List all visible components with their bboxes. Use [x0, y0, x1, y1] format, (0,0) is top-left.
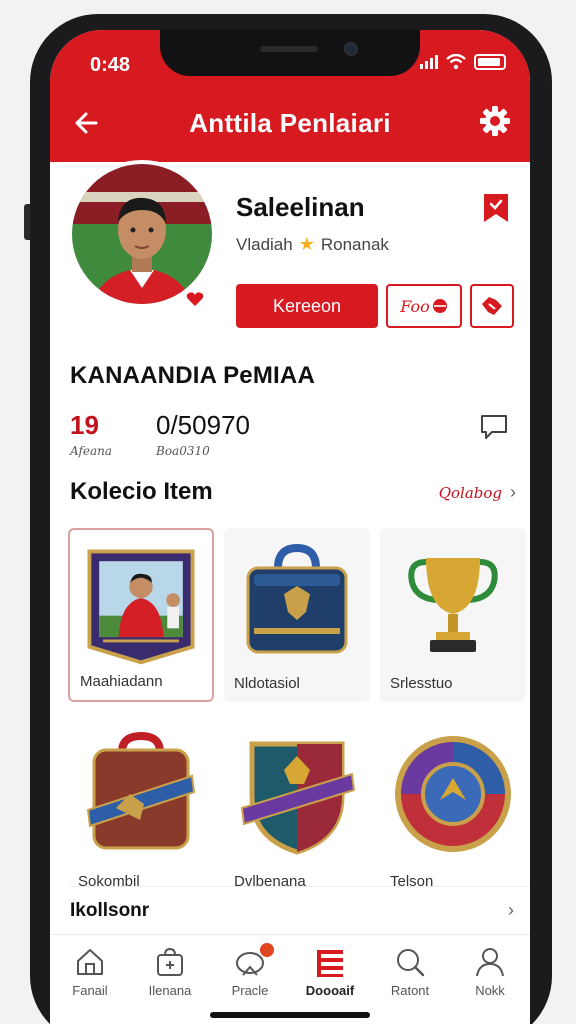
section-heading: KANAANDIA PeMIAA	[70, 362, 315, 389]
tab-home[interactable]: Fanail	[50, 945, 130, 998]
share-button[interactable]	[470, 284, 514, 328]
handshake-icon	[482, 297, 502, 315]
heart-icon	[184, 288, 206, 310]
tab-label: Pracle	[231, 983, 269, 998]
collection-item-label: Sokombil	[78, 873, 140, 890]
speaker	[260, 46, 318, 52]
tab-profile[interactable]: Nokk	[450, 945, 530, 998]
collection-title: Kolecio Item	[70, 478, 213, 505]
stat-value-2: 0/50970	[156, 410, 250, 440]
page-title: Anttila Penlaiari	[189, 108, 391, 138]
collection-item-label: Srlesstuo	[390, 675, 453, 692]
app-screen: 0:48 Anttila Penlaiari Saleelinan Vladia…	[50, 30, 530, 1024]
collection-item-label: Nldotasiol	[234, 675, 300, 692]
home-indicator	[210, 1012, 370, 1018]
collection-item-label: Maahiadann	[80, 673, 163, 690]
ball-icon	[432, 299, 447, 313]
profile-subtitle-left: Vladiah	[236, 234, 293, 254]
stat-label-2: Boa0310	[156, 444, 210, 458]
profile-name: Saleelinan	[236, 192, 365, 222]
signal-icon	[420, 55, 438, 69]
star-icon: ★	[298, 234, 315, 254]
status-time: 0:48	[90, 54, 131, 76]
collection-item-label: Telson	[390, 873, 434, 890]
bag-icon	[246, 543, 348, 654]
notch	[160, 30, 420, 76]
collection-item-4[interactable]: Sokombil	[68, 720, 214, 894]
bottom-tab-bar: Fanail Ilenana Pracle Doooaif Ratont Nok…	[50, 934, 530, 1024]
notification-badge	[260, 943, 274, 957]
collection-item-1[interactable]: Maahiadann	[68, 528, 214, 702]
chat-icon[interactable]	[478, 410, 510, 442]
header-bar: 0:48 Anttila Penlaiari	[50, 30, 530, 162]
tab-label: Nokk	[475, 983, 505, 998]
profile-subtitle: Vladiah ★ Ronanak	[236, 234, 389, 255]
collection-item-2[interactable]: Nldotasiol	[224, 528, 370, 702]
see-all-label: Qolabog	[438, 483, 502, 502]
tab-stadium[interactable]: Pracle	[210, 943, 290, 998]
divider	[70, 886, 530, 887]
secondary-action-button[interactable]: Foo	[386, 284, 462, 328]
battery-icon	[474, 54, 506, 70]
tab-label: Ilenana	[148, 983, 192, 998]
tab-label: Fanail	[72, 983, 108, 998]
tab-label: Doooaif	[305, 983, 355, 998]
stat-label-1: Afeana	[70, 444, 113, 458]
user-icon	[476, 948, 504, 977]
collection-item-6[interactable]: Telson	[380, 720, 526, 894]
collection-item-label: Dvlbenana	[234, 873, 306, 890]
chevron-right-icon: ›	[510, 482, 516, 502]
status-icons	[420, 54, 506, 70]
primary-action-button[interactable]: Kereeon	[236, 284, 378, 328]
avatar-photo	[72, 164, 212, 304]
nav-row: Anttila Penlaiari	[50, 102, 530, 144]
badge-icon	[395, 736, 511, 852]
shield-bag-icon	[86, 731, 196, 850]
collection-item-3[interactable]: Srlesstuo	[380, 528, 526, 702]
see-all-link[interactable]: Qolabog ›	[439, 482, 516, 503]
home-icon	[77, 949, 103, 975]
avatar[interactable]	[68, 160, 216, 308]
player-card-icon	[87, 549, 195, 665]
secondary-button-label: Foo	[400, 296, 430, 316]
tab-shop[interactable]: Ilenana	[130, 945, 210, 998]
chevron-right-icon[interactable]: ›	[508, 900, 514, 921]
tab-search[interactable]: Ratont	[370, 945, 450, 998]
section-title: Ikollsonr	[70, 900, 150, 921]
bookmark-icon[interactable]	[482, 192, 510, 224]
bag-icon	[157, 947, 183, 976]
camera	[344, 42, 358, 56]
stat-value-1: 19	[70, 410, 99, 440]
collection-item-5[interactable]: Dvlbenana	[224, 720, 370, 894]
wifi-icon	[446, 54, 466, 70]
crest-icon	[240, 741, 356, 855]
trophy-icon	[408, 558, 498, 652]
list-icon	[317, 950, 343, 977]
gear-icon[interactable]	[478, 104, 512, 138]
search-icon	[397, 949, 425, 977]
profile-subtitle-right: Ronanak	[320, 234, 389, 254]
tab-label: Ratont	[390, 983, 430, 998]
tab-list[interactable]: Doooaif	[290, 945, 370, 998]
